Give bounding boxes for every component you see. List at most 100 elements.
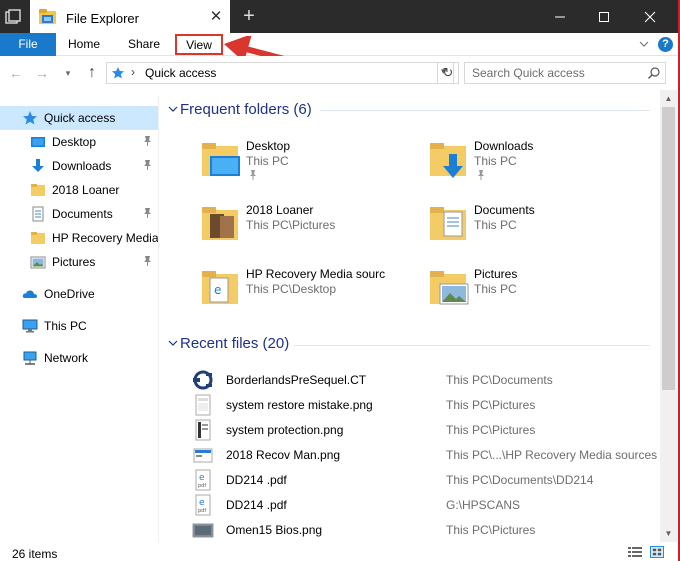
- details-view-icon[interactable]: [628, 546, 642, 558]
- folder-tile-documents[interactable]: Documents This PC: [428, 198, 638, 254]
- desktop-icon: [31, 137, 45, 147]
- file-explorer-window: File Explorer ✕ + File Home Share View ?…: [0, 0, 680, 561]
- recent-file-row[interactable]: system protection.png This PC\Pictures: [160, 417, 660, 442]
- pin-icon[interactable]: [249, 170, 257, 180]
- up-icon[interactable]: ↑: [84, 65, 100, 81]
- image-file-icon: [192, 523, 214, 538]
- pin-icon[interactable]: [477, 170, 485, 180]
- image-file-icon: [195, 419, 211, 441]
- tab-view[interactable]: View: [175, 34, 223, 55]
- refresh-icon[interactable]: ↻: [437, 62, 459, 84]
- new-tab-icon[interactable]: +: [240, 6, 258, 26]
- folder-location: This PC\Desktop: [246, 282, 337, 296]
- recent-file-row[interactable]: e pdf DD214 .pdf This PC\Documents\DD214: [160, 467, 660, 492]
- item-count: 26 items: [12, 547, 58, 561]
- title-bar: File Explorer ✕ +: [0, 0, 678, 33]
- chevron-down-icon: [168, 106, 178, 112]
- pictures-icon: [30, 256, 46, 269]
- sidebar-item-downloads[interactable]: Downloads: [0, 154, 158, 178]
- recent-file-row[interactable]: system restore mistake.png This PC\Pictu…: [160, 392, 660, 417]
- recent-file-row[interactable]: BorderlandsPreSequel.CT This PC\Document…: [160, 367, 660, 392]
- folder-location: This PC: [474, 154, 517, 168]
- pdf-file-icon: e pdf: [195, 494, 211, 516]
- folder-location: This PC\Pictures: [246, 218, 336, 232]
- recent-file-row[interactable]: e pdf DD214 .pdf G:\HPSCANS: [160, 492, 660, 517]
- folder-tile-2018-loaner[interactable]: 2018 Loaner This PC\Pictures: [200, 198, 410, 254]
- pin-icon[interactable]: [142, 159, 153, 171]
- folder-tile-hp-recovery-media[interactable]: e HP Recovery Media sourc This PC\Deskto…: [200, 262, 410, 318]
- group-heading: Recent files (20): [180, 335, 290, 352]
- file-explorer-icon: [39, 9, 56, 24]
- sidebar-item-quick-access[interactable]: Quick access: [0, 106, 158, 130]
- tab-file[interactable]: File: [0, 33, 56, 56]
- folder-location: This PC: [246, 154, 289, 168]
- svg-text:pdf: pdf: [198, 483, 206, 489]
- sidebar-item-hp-recovery-media[interactable]: HP Recovery Media: [0, 226, 159, 250]
- sidebar-item-label: Desktop: [52, 135, 97, 149]
- search-box[interactable]: Search Quick access: [464, 62, 666, 84]
- group-heading: Frequent folders (6): [180, 101, 312, 118]
- file-location: This PC\...\HP Recovery Media sources: [446, 448, 658, 462]
- close-tab-icon[interactable]: ✕: [208, 9, 224, 25]
- help-icon[interactable]: ?: [658, 37, 673, 52]
- file-location: This PC\Pictures: [446, 523, 536, 537]
- pictures-folder-icon: [430, 271, 469, 305]
- sidebar-item-onedrive[interactable]: OneDrive: [0, 282, 158, 306]
- sidebar-item-network[interactable]: Network: [0, 346, 158, 370]
- large-icons-view-icon[interactable]: [650, 546, 664, 558]
- recent-file-row[interactable]: 2018 Recov Man.png This PC\...\HP Recove…: [160, 442, 660, 467]
- back-icon[interactable]: ←: [8, 65, 24, 81]
- downloads-folder-icon: [430, 143, 466, 178]
- pin-icon[interactable]: [142, 255, 153, 267]
- maximize-icon[interactable]: [582, 0, 626, 33]
- scroll-down-icon[interactable]: ▼: [660, 525, 677, 542]
- pin-icon[interactable]: [142, 135, 153, 147]
- folder-tile-desktop[interactable]: Desktop This PC: [200, 134, 410, 190]
- folder-tile-pictures[interactable]: Pictures This PC: [428, 262, 638, 318]
- scroll-up-icon[interactable]: ▲: [660, 90, 677, 107]
- pane-divider[interactable]: [158, 96, 159, 542]
- pdf-folder-icon: e: [202, 271, 238, 304]
- sidebar-item-label: HP Recovery Media: [52, 231, 159, 245]
- folder-name: Pictures: [474, 267, 518, 281]
- sidebar-item-label: 2018 Loaner: [52, 183, 120, 197]
- search-icon[interactable]: [647, 66, 661, 80]
- vertical-scrollbar[interactable]: ▲ ▼: [660, 90, 677, 542]
- folder-name: 2018 Loaner: [246, 203, 314, 217]
- expand-ribbon-icon[interactable]: [638, 38, 650, 50]
- forward-icon[interactable]: →: [34, 65, 50, 81]
- window-menu-icon[interactable]: [4, 8, 22, 26]
- svg-text:e: e: [199, 498, 205, 508]
- file-location: G:\HPSCANS: [446, 498, 521, 512]
- sidebar-item-this-pc[interactable]: This PC: [0, 314, 158, 338]
- svg-text:e: e: [199, 473, 205, 483]
- file-name: DD214 .pdf: [226, 498, 287, 512]
- scroll-thumb[interactable]: [662, 107, 675, 390]
- pin-icon[interactable]: [142, 207, 153, 219]
- folder-tile-downloads[interactable]: Downloads This PC: [428, 134, 638, 190]
- sidebar-item-desktop[interactable]: Desktop: [0, 130, 158, 154]
- sidebar-item-label: Pictures: [52, 255, 96, 269]
- file-location: This PC\Pictures: [446, 423, 536, 437]
- tab-title: File Explorer: [66, 11, 139, 26]
- recent-file-row[interactable]: Omen15 Bios.png This PC\Pictures: [160, 517, 660, 542]
- recent-locations-icon[interactable]: ▾: [60, 65, 76, 81]
- recent-files-header[interactable]: Recent files (20): [166, 334, 646, 354]
- svg-text:e: e: [214, 283, 221, 297]
- close-window-icon[interactable]: [626, 0, 674, 33]
- content-pane: Frequent folders (6) Desktop This PC Dow…: [160, 90, 660, 542]
- breadcrumb-chevron-icon[interactable]: ›: [131, 65, 135, 79]
- explorer-tab[interactable]: File Explorer ✕: [30, 0, 230, 33]
- sidebar-item-label: Downloads: [52, 159, 112, 173]
- documents-folder-icon: [430, 207, 466, 240]
- documents-icon: [32, 206, 44, 222]
- sidebar-item-2018-loaner[interactable]: 2018 Loaner: [0, 178, 158, 202]
- minimize-icon[interactable]: [538, 0, 582, 33]
- address-bar[interactable]: › Quick access ▾: [106, 62, 454, 84]
- sidebar-item-pictures[interactable]: Pictures: [0, 250, 158, 274]
- tab-share[interactable]: Share: [128, 33, 160, 56]
- tab-home[interactable]: Home: [68, 33, 100, 56]
- folder-icon: [31, 232, 45, 244]
- search-placeholder: Search Quick access: [472, 66, 585, 80]
- sidebar-item-documents[interactable]: Documents: [0, 202, 158, 226]
